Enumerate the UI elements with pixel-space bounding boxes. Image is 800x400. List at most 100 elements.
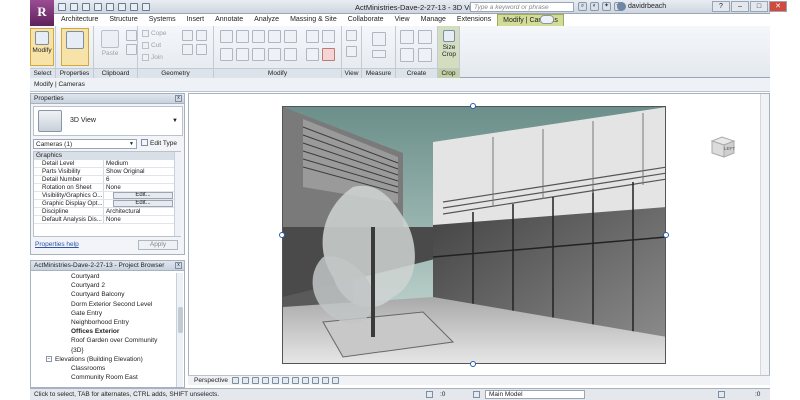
property-value[interactable]: None: [104, 184, 180, 191]
browser-item[interactable]: {3D}: [31, 346, 176, 355]
save-icon[interactable]: [70, 3, 78, 11]
close-icon[interactable]: x: [175, 262, 182, 269]
browser-item[interactable]: Roof Garden over Community: [31, 336, 176, 345]
shadows-icon[interactable]: [262, 377, 269, 384]
app-logo[interactable]: R: [30, 0, 54, 26]
username[interactable]: davidrbeach: [628, 3, 666, 10]
split-icon[interactable]: [284, 30, 297, 43]
browser-item[interactable]: Courtyard 2: [31, 281, 176, 290]
communication-icon[interactable]: ✦: [602, 2, 611, 11]
crop-handle-top[interactable]: [470, 103, 476, 109]
type-selector[interactable]: 3D View ▼: [33, 106, 183, 136]
cut-geometry-button[interactable]: Cut: [142, 42, 161, 49]
collapse-icon[interactable]: −: [46, 355, 52, 362]
measure-icon[interactable]: [118, 3, 126, 11]
binoculars-icon[interactable]: ⌕: [578, 2, 587, 11]
copy-element-icon[interactable]: [236, 48, 249, 61]
instance-filter[interactable]: Cameras (1) ▼: [33, 139, 137, 149]
crop-handle-left[interactable]: [279, 232, 285, 238]
dropdown-icon[interactable]: [142, 3, 150, 11]
property-value[interactable]: Edit...: [104, 200, 180, 207]
help-icon[interactable]: ?: [712, 1, 730, 12]
print-icon[interactable]: [106, 3, 114, 11]
search-input[interactable]: Type a keyword or phrase: [470, 2, 574, 12]
hide-isolate-icon[interactable]: [312, 377, 319, 384]
tab-structure[interactable]: Structure: [104, 14, 143, 26]
property-value[interactable]: 6: [104, 176, 180, 183]
temporary-properties-icon[interactable]: [332, 377, 339, 384]
property-value[interactable]: Edit...: [104, 192, 180, 199]
tab-manage[interactable]: Manage: [416, 14, 452, 26]
detail-level-icon[interactable]: [232, 377, 239, 384]
copy-icon[interactable]: [126, 30, 137, 41]
trim-icon[interactable]: [268, 48, 281, 61]
close-icon[interactable]: x: [175, 95, 182, 102]
render-icon[interactable]: [272, 377, 279, 384]
browser-item[interactable]: Courtyard Balcony: [31, 290, 176, 299]
browser-item[interactable]: Courtyard: [31, 272, 176, 281]
undo-icon[interactable]: [82, 3, 90, 11]
reveal-hidden-icon[interactable]: [322, 377, 329, 384]
scale-icon[interactable]: [306, 30, 319, 43]
redo-icon[interactable]: [94, 3, 102, 11]
filter-icon[interactable]: [718, 391, 725, 398]
browser-item[interactable]: Classrooms: [31, 364, 176, 373]
properties-button[interactable]: [61, 28, 89, 66]
edit-type-button[interactable]: Edit Type: [141, 139, 177, 149]
cope-button[interactable]: Cope: [142, 30, 167, 37]
split-face-icon[interactable]: [182, 30, 193, 41]
browser-item[interactable]: Offices Exterior: [31, 327, 176, 336]
show-crop-icon[interactable]: [292, 377, 299, 384]
minimize-icon[interactable]: –: [731, 1, 749, 12]
tab-massing-site[interactable]: Massing & Site: [285, 14, 343, 26]
worksets-icon[interactable]: [426, 391, 433, 398]
property-value[interactable]: Medium: [104, 160, 180, 167]
design-options-icon[interactable]: [473, 391, 480, 398]
properties-scrollbar[interactable]: [174, 152, 181, 236]
create-similar-icon[interactable]: [418, 48, 432, 62]
create-group-icon[interactable]: [400, 48, 414, 62]
3d-perspective-view[interactable]: [282, 106, 666, 364]
demolish-icon[interactable]: [196, 44, 207, 55]
3d-view-icon[interactable]: [130, 3, 138, 11]
close-icon[interactable]: ✕: [769, 1, 787, 12]
align-icon[interactable]: [220, 30, 233, 43]
model-selector[interactable]: Main Model: [485, 390, 585, 399]
tab-insert[interactable]: Insert: [182, 14, 211, 26]
pin-icon[interactable]: [322, 30, 335, 43]
size-crop-button[interactable]: Size Crop: [438, 28, 460, 66]
lock-view-icon[interactable]: [302, 377, 309, 384]
create-parts-icon[interactable]: [418, 30, 432, 44]
maximize-icon[interactable]: □: [750, 1, 768, 12]
delete-icon[interactable]: [322, 48, 335, 61]
tab-view[interactable]: View: [390, 14, 416, 26]
subscription-icon[interactable]: ◐: [590, 2, 599, 11]
mirror-axis-icon[interactable]: [252, 30, 265, 43]
tab-analyze[interactable]: Analyze: [249, 14, 285, 26]
property-value[interactable]: Architectural: [104, 208, 180, 215]
paint-icon[interactable]: [196, 30, 207, 41]
apply-button[interactable]: Apply: [138, 240, 178, 250]
crop-view-icon[interactable]: [282, 377, 289, 384]
edit-button[interactable]: Edit...: [113, 200, 173, 207]
ribbon-minimize-toggle[interactable]: [540, 15, 554, 24]
browser-item[interactable]: − Elevations (Building Elevation): [31, 355, 176, 364]
rotate-icon[interactable]: [252, 48, 265, 61]
measure-icon[interactable]: [372, 32, 386, 46]
tab-collaborate[interactable]: Collaborate: [343, 14, 390, 26]
property-value[interactable]: Show Original: [104, 168, 180, 175]
mirror-draw-icon[interactable]: [268, 30, 281, 43]
modify-button[interactable]: Modify: [30, 28, 54, 66]
group-header[interactable]: Graphics: [34, 152, 180, 160]
cut-icon[interactable]: [126, 44, 137, 55]
tab-systems[interactable]: Systems: [144, 14, 182, 26]
browser-item[interactable]: Community Room East: [31, 373, 176, 382]
create-assembly-icon[interactable]: [400, 30, 414, 44]
browser-scrollbar[interactable]: [176, 273, 183, 387]
viewcube[interactable]: LEFT: [708, 133, 738, 159]
tab-architecture[interactable]: Architecture: [56, 14, 104, 26]
move-icon[interactable]: [220, 48, 233, 61]
view-scrollbar[interactable]: [760, 94, 769, 384]
sun-path-icon[interactable]: [252, 377, 259, 384]
wall-joins-icon[interactable]: [182, 44, 193, 55]
